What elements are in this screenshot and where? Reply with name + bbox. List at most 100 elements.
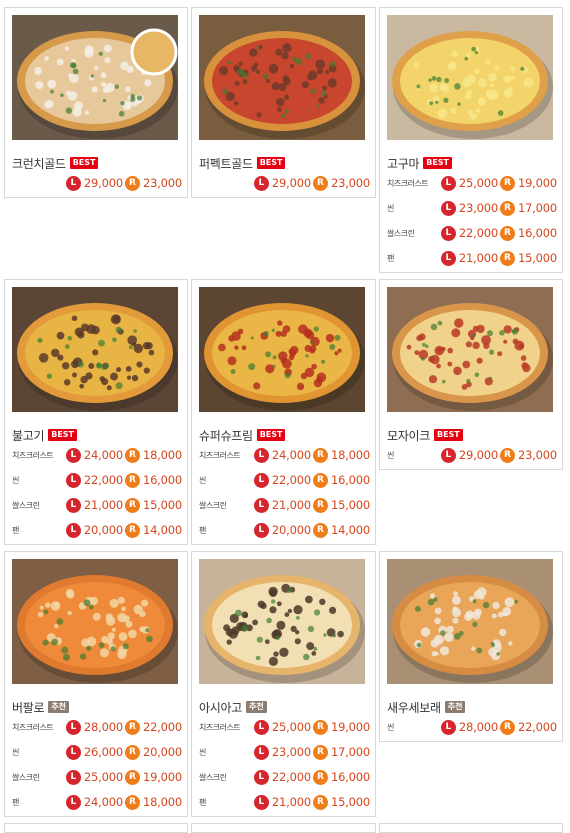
menu-card-3[interactable]: 고구마 BEST 치즈크러스트 L 25,000 R 19,000 씬 L 23,000 R 17,0…	[379, 7, 563, 273]
pizza-name[interactable]: 퍼펙트골드	[199, 155, 253, 172]
menu-card-7[interactable]: 버팔로 추천 치즈크러스트 L 28,000 R 22,000 씬 L 26,000 R 20,000…	[4, 551, 188, 817]
best-badge: BEST	[256, 429, 286, 441]
bulgogi-pizza-photo	[12, 287, 178, 412]
price-group: L 25,000 R 19,000	[253, 719, 370, 735]
large-size-icon: L	[253, 794, 269, 810]
price-row: 씬 L 22,000 R 16,000	[199, 469, 370, 491]
regular-price: 23,000	[142, 176, 182, 190]
crust-variant-label: 팬	[199, 797, 206, 807]
regular-price: 18,000	[142, 795, 182, 809]
pizza-name[interactable]: 새우세보래	[387, 699, 441, 716]
pizza-name[interactable]: 크런치골드	[12, 155, 66, 172]
regular-size-icon: R	[312, 522, 328, 538]
pizza-name[interactable]: 슈퍼슈프림	[199, 427, 253, 444]
price-group: L 28,000 R 22,000	[440, 719, 557, 735]
pizza-photo[interactable]	[12, 15, 178, 140]
pizza-name[interactable]: 버팔로	[12, 699, 45, 716]
pizza-photo[interactable]	[387, 15, 553, 140]
large-price: 21,000	[271, 498, 311, 512]
recommend-badge: 추천	[48, 701, 69, 713]
pizza-name-row: 불고기 BEST	[12, 426, 78, 444]
price-group: L 20,000 R 14,000	[65, 522, 182, 538]
large-price: 22,000	[271, 770, 311, 784]
regular-price: 19,000	[517, 176, 557, 190]
best-badge: BEST	[69, 157, 99, 169]
price-row: 치즈크러스트 L 25,000 R 19,000	[387, 172, 557, 194]
price-group: L 29,000 R 23,000	[253, 175, 370, 191]
large-price: 21,000	[271, 795, 311, 809]
pizza-name[interactable]: 불고기	[12, 427, 45, 444]
large-size-icon: L	[65, 447, 81, 463]
crust-variant-label: 치즈크러스트	[199, 450, 241, 460]
pizza-name[interactable]: 아시아고	[199, 699, 242, 716]
pizza-photo[interactable]	[199, 15, 365, 140]
large-price: 23,000	[458, 201, 498, 215]
price-row: 치즈크러스트 L 28,000 R 22,000	[12, 716, 182, 738]
menu-card-2[interactable]: 퍼펙트골드 BEST L 29,000 R 23,000	[191, 7, 376, 198]
crust-variant-label: 씬	[387, 722, 394, 732]
price-group: L 20,000 R 14,000	[253, 522, 370, 538]
crust-variant-label: 쌀스크린	[387, 228, 415, 238]
crust-variant-label: 씬	[199, 747, 206, 757]
regular-size-icon: R	[312, 497, 328, 513]
price-row: 팬 L 24,000 R 18,000	[12, 791, 182, 813]
regular-size-icon: R	[312, 794, 328, 810]
recommend-badge: 추천	[245, 701, 267, 713]
price-row: 치즈크러스트 L 25,000 R 19,000	[199, 716, 370, 738]
crust-variant-label: 씬	[12, 747, 19, 757]
menu-card-5[interactable]: 슈퍼슈프림 BEST 치즈크러스트 L 24,000 R 18,000 씬 L 22,000 R 16…	[191, 279, 376, 545]
crust-variant-label: 치즈크러스트	[12, 722, 54, 732]
pizza-photo[interactable]	[199, 559, 365, 684]
perfect-gold-pizza-photo	[199, 15, 365, 140]
menu-card-1[interactable]: 크런치골드 BEST L 29,000 R 23,000	[4, 7, 188, 198]
regular-price: 23,000	[330, 176, 370, 190]
pizza-photo[interactable]	[12, 559, 178, 684]
large-size-icon: L	[253, 769, 269, 785]
regular-size-icon: R	[312, 719, 328, 735]
large-size-icon: L	[65, 794, 81, 810]
large-price: 29,000	[271, 176, 311, 190]
large-price: 23,000	[271, 745, 311, 759]
shrimp-pizza-photo	[387, 559, 553, 684]
next-row-card-stub	[379, 823, 563, 833]
recommend-badge: 추천	[444, 701, 466, 713]
best-badge: BEST	[423, 157, 453, 169]
pizza-photo[interactable]	[387, 559, 553, 684]
large-size-icon: L	[65, 472, 81, 488]
regular-size-icon: R	[312, 175, 328, 191]
regular-size-icon: R	[124, 719, 140, 735]
price-group: L 24,000 R 18,000	[253, 447, 370, 463]
price-row: 팬 L 20,000 R 14,000	[199, 519, 370, 541]
menu-card-6[interactable]: 모자이크 BEST 씬 L 29,000 R 23,000	[379, 279, 563, 470]
large-size-icon: L	[253, 472, 269, 488]
pizza-name-row: 새우세보래 추천	[387, 698, 466, 716]
best-badge: BEST	[433, 429, 463, 441]
price-group: L 22,000 R 16,000	[440, 225, 557, 241]
menu-card-8[interactable]: 아시아고 추천 치즈크러스트 L 25,000 R 19,000 씬 L 23,000 R 17,00…	[191, 551, 376, 817]
pizza-name[interactable]: 고구마	[387, 155, 420, 172]
regular-price: 20,000	[142, 745, 182, 759]
large-size-icon: L	[440, 200, 456, 216]
menu-card-9[interactable]: 새우세보래 추천씬 L 28,000 R 22,000	[379, 551, 563, 742]
crust-variant-label: 팬	[387, 253, 394, 263]
pizza-name[interactable]: 모자이크	[387, 427, 430, 444]
pizza-photo[interactable]	[199, 287, 365, 412]
pizza-photo[interactable]	[387, 287, 553, 412]
large-size-icon: L	[65, 769, 81, 785]
large-size-icon: L	[253, 719, 269, 735]
pizza-name-row: 슈퍼슈프림 BEST	[199, 426, 286, 444]
price-row: 쌀스크린 L 21,000 R 15,000	[12, 494, 182, 516]
pizza-name-row: 퍼펙트골드 BEST	[199, 154, 286, 172]
menu-card-4[interactable]: 불고기 BEST 치즈크러스트 L 24,000 R 18,000 씬 L 22,000 R 16,0…	[4, 279, 188, 545]
pizza-name-row: 버팔로 추천	[12, 698, 69, 716]
large-price: 28,000	[83, 720, 123, 734]
price-row: 씬 L 23,000 R 17,000	[387, 197, 557, 219]
large-size-icon: L	[253, 744, 269, 760]
pizza-photo[interactable]	[12, 287, 178, 412]
crust-variant-label: 씬	[387, 203, 394, 213]
pizza-name-row: 크런치골드 BEST	[12, 154, 99, 172]
regular-price: 19,000	[142, 770, 182, 784]
best-badge: BEST	[256, 157, 286, 169]
large-price: 24,000	[271, 448, 311, 462]
regular-price: 22,000	[517, 720, 557, 734]
